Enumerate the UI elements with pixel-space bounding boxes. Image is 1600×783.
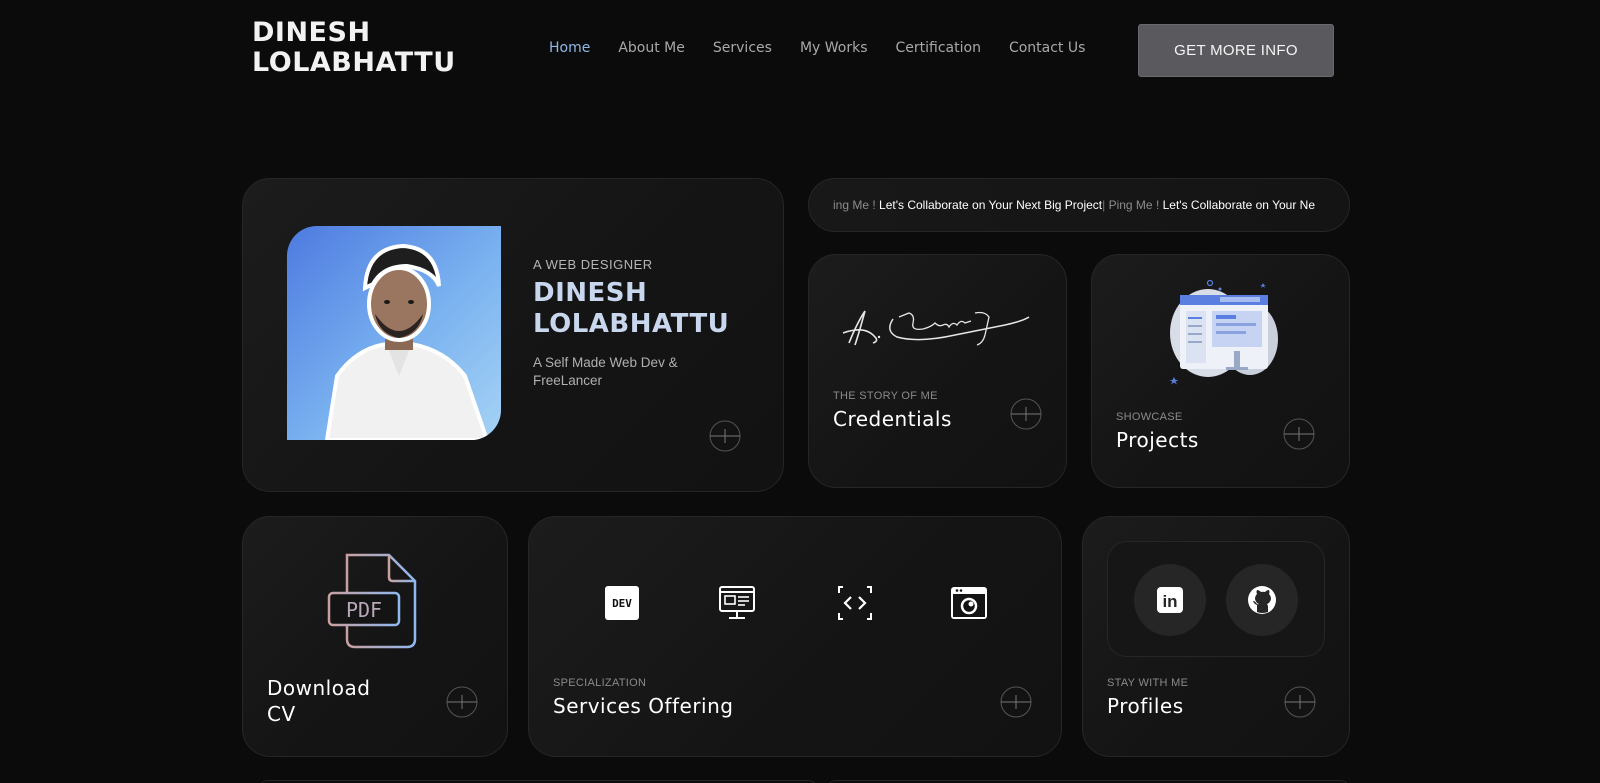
marquee-part2-bright: Let's Collaborate on Your Ne <box>1162 198 1316 212</box>
projects-illustration <box>1169 279 1278 385</box>
linkedin-icon: in <box>1157 587 1183 613</box>
credentials-label: THE STORY OF ME <box>833 390 938 402</box>
nav-contact-us[interactable]: Contact Us <box>1009 38 1085 58</box>
download-cv-title-line2: CV <box>267 702 296 726</box>
nav-about-me[interactable]: About Me <box>618 38 685 58</box>
profiles-card[interactable]: in STAY WITH ME Profiles <box>1082 516 1350 757</box>
pdf-icon: PDF <box>327 553 417 649</box>
services-label: SPECIALIZATION <box>553 677 647 689</box>
code-icon <box>838 586 872 620</box>
services-title: Services Offering <box>553 694 734 718</box>
hero-subtitle: A WEB DESIGNER <box>533 257 653 272</box>
browser-icon <box>951 587 987 619</box>
marquee-part1-bright: Let's Collaborate on Your Next Big Proje… <box>879 198 1103 212</box>
profiles-label: STAY WITH ME <box>1107 677 1189 689</box>
download-cv-title-line1: Download <box>267 676 371 700</box>
hero-name-line2: LOLABHATTU <box>533 309 730 339</box>
arrow-icon[interactable] <box>1283 685 1317 719</box>
nav-my-works[interactable]: My Works <box>800 38 868 58</box>
hero-name: DINESH LOLABHATTU <box>533 278 729 340</box>
github-button[interactable] <box>1226 564 1298 636</box>
credentials-title: Credentials <box>833 407 952 431</box>
nav-services[interactable]: Services <box>713 38 772 58</box>
dev-icon-text: DEV <box>612 596 632 610</box>
hero-text: A WEB DESIGNER DINESH LOLABHATTU A Self … <box>533 257 729 390</box>
hero-card[interactable]: A WEB DESIGNER DINESH LOLABHATTU A Self … <box>242 178 784 492</box>
marquee-text: ing Me ! Let's Collaborate on Your Next … <box>833 198 1316 212</box>
marquee-banner: ing Me ! Let's Collaborate on Your Next … <box>808 178 1350 232</box>
pdf-text: PDF <box>346 598 382 622</box>
arrow-icon[interactable] <box>445 685 479 719</box>
linkedin-button[interactable]: in <box>1134 564 1206 636</box>
social-links: in <box>1107 541 1325 657</box>
signature-image <box>842 310 1030 346</box>
github-icon <box>1248 586 1276 614</box>
profiles-title: Profiles <box>1107 694 1184 718</box>
arrow-icon[interactable] <box>708 419 742 453</box>
get-more-info-button[interactable]: GET MORE INFO <box>1138 24 1334 77</box>
logo-line2: LOLABHATTU <box>252 47 456 78</box>
dev-icon: DEV <box>605 586 639 620</box>
logo-line1: DINESH <box>252 17 371 48</box>
linkedin-icon-text: in <box>1162 592 1177 611</box>
person-portrait <box>324 243 490 440</box>
hero-name-line1: DINESH <box>533 278 648 308</box>
projects-title: Projects <box>1116 428 1199 452</box>
nav-certification[interactable]: Certification <box>896 38 981 58</box>
hero-description: A Self Made Web Dev & FreeLancer <box>533 355 678 388</box>
marquee-part1-dim: ing Me ! <box>833 198 880 212</box>
arrow-icon[interactable] <box>999 685 1033 719</box>
nav-home[interactable]: Home <box>549 38 590 58</box>
arrow-icon[interactable] <box>1282 417 1316 451</box>
logo[interactable]: DINESH LOLABHATTU <box>252 18 456 78</box>
monitor-icon <box>719 586 755 619</box>
main-nav: Home About Me Services My Works Certific… <box>549 38 1113 58</box>
profile-photo <box>287 226 501 440</box>
projects-card[interactable]: SHOWCASE Projects <box>1091 254 1350 488</box>
header: DINESH LOLABHATTU Home About Me Services… <box>0 0 1600 100</box>
projects-label: SHOWCASE <box>1116 411 1183 423</box>
credentials-card[interactable]: THE STORY OF ME Credentials <box>808 254 1067 488</box>
services-card[interactable]: DEV SPECIALIZATION Services Offering <box>528 516 1062 757</box>
download-cv-title: Download CV <box>267 675 370 727</box>
download-cv-card[interactable]: PDF Download CV <box>242 516 508 757</box>
marquee-part2-dim: Ping Me ! <box>1105 198 1163 212</box>
arrow-icon[interactable] <box>1009 397 1043 431</box>
